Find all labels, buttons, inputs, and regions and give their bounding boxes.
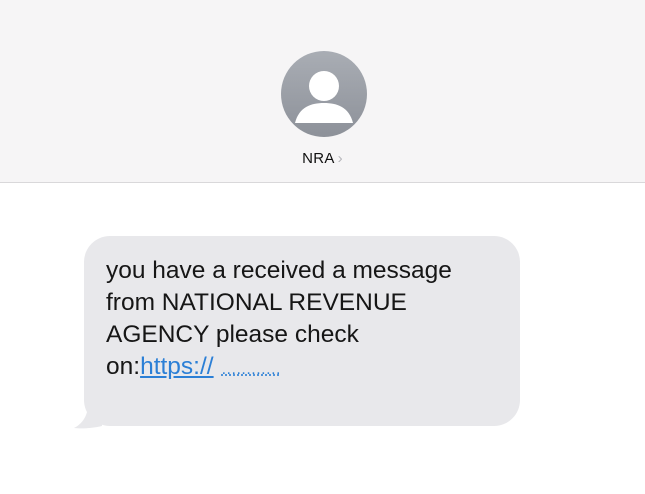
person-silhouette-icon	[295, 71, 353, 123]
incoming-message-bubble[interactable]: you have a received a message from NATIO…	[84, 236, 520, 426]
message-line-1: you have a received a message	[106, 257, 452, 284]
contact-name-button[interactable]: NRA ›	[0, 150, 645, 167]
contact-name: NRA	[302, 150, 335, 167]
conversation-header: NRA ›	[0, 0, 645, 183]
message-link[interactable]: https://	[140, 353, 214, 380]
message-text: you have a received a message from NATIO…	[106, 255, 500, 386]
masked-link-dots[interactable]: ............	[222, 361, 281, 378]
message-line-3: AGENCY please check	[106, 321, 359, 348]
message-line-4-prefix: on:	[106, 353, 141, 380]
chevron-right-icon: ›	[337, 150, 343, 167]
contact-avatar[interactable]	[281, 51, 367, 137]
message-line-2: from NATIONAL REVENUE	[106, 289, 407, 316]
